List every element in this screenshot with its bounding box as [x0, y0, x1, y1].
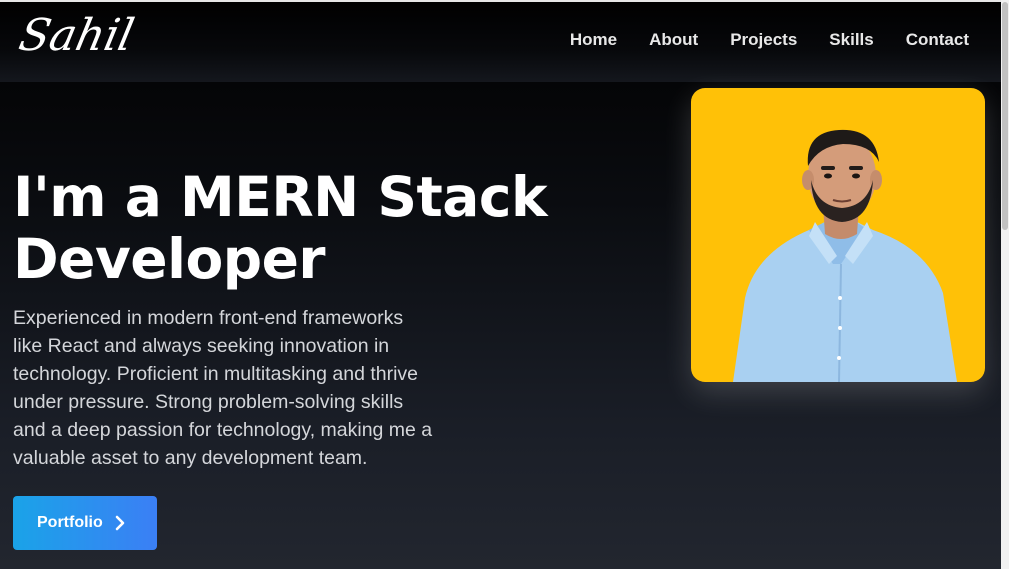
nav-links: Home About Projects Skills Contact	[538, 30, 969, 50]
nav-item-home[interactable]: Home	[570, 30, 617, 50]
hero-headline: I'm a MERN Stack Developer	[13, 165, 548, 291]
page-scrollbar[interactable]	[1001, 0, 1009, 569]
hero-description-line: like React and always seeking innovation…	[13, 335, 390, 357]
nav-item-projects[interactable]: Projects	[730, 30, 797, 50]
hero-description-line: technology. Proficient in multitasking a…	[13, 363, 419, 385]
hero-description-line: under pressure. Strong problem-solving s…	[13, 391, 404, 413]
hero-description-line: valuable asset to any development team.	[13, 447, 368, 469]
site-logo[interactable]: Sahil	[14, 6, 140, 66]
page: Sahil Home About Projects Skills Contact…	[0, 0, 1001, 569]
hero-headline-line2: Developer	[13, 227, 326, 291]
chevron-right-icon	[115, 515, 125, 531]
hero-description-line: Experienced in modern front-end framewor…	[13, 307, 404, 329]
profile-photo-image	[691, 88, 985, 382]
hero-description: Experienced in modern front-end framewor…	[13, 304, 473, 472]
nav-item-contact[interactable]: Contact	[906, 30, 969, 50]
nav-item-skills[interactable]: Skills	[829, 30, 873, 50]
hero-headline-line1: I'm a MERN Stack	[13, 165, 548, 229]
profile-photo	[691, 88, 985, 382]
hero-description-line: and a deep passion for technology, makin…	[13, 419, 433, 441]
portfolio-button-label: Portfolio	[37, 514, 103, 531]
navbar: Sahil Home About Projects Skills Contact	[0, 2, 1001, 82]
portfolio-button[interactable]: Portfolio	[13, 496, 157, 550]
scrollbar-thumb[interactable]	[1002, 2, 1008, 230]
nav-item-about[interactable]: About	[649, 30, 698, 50]
